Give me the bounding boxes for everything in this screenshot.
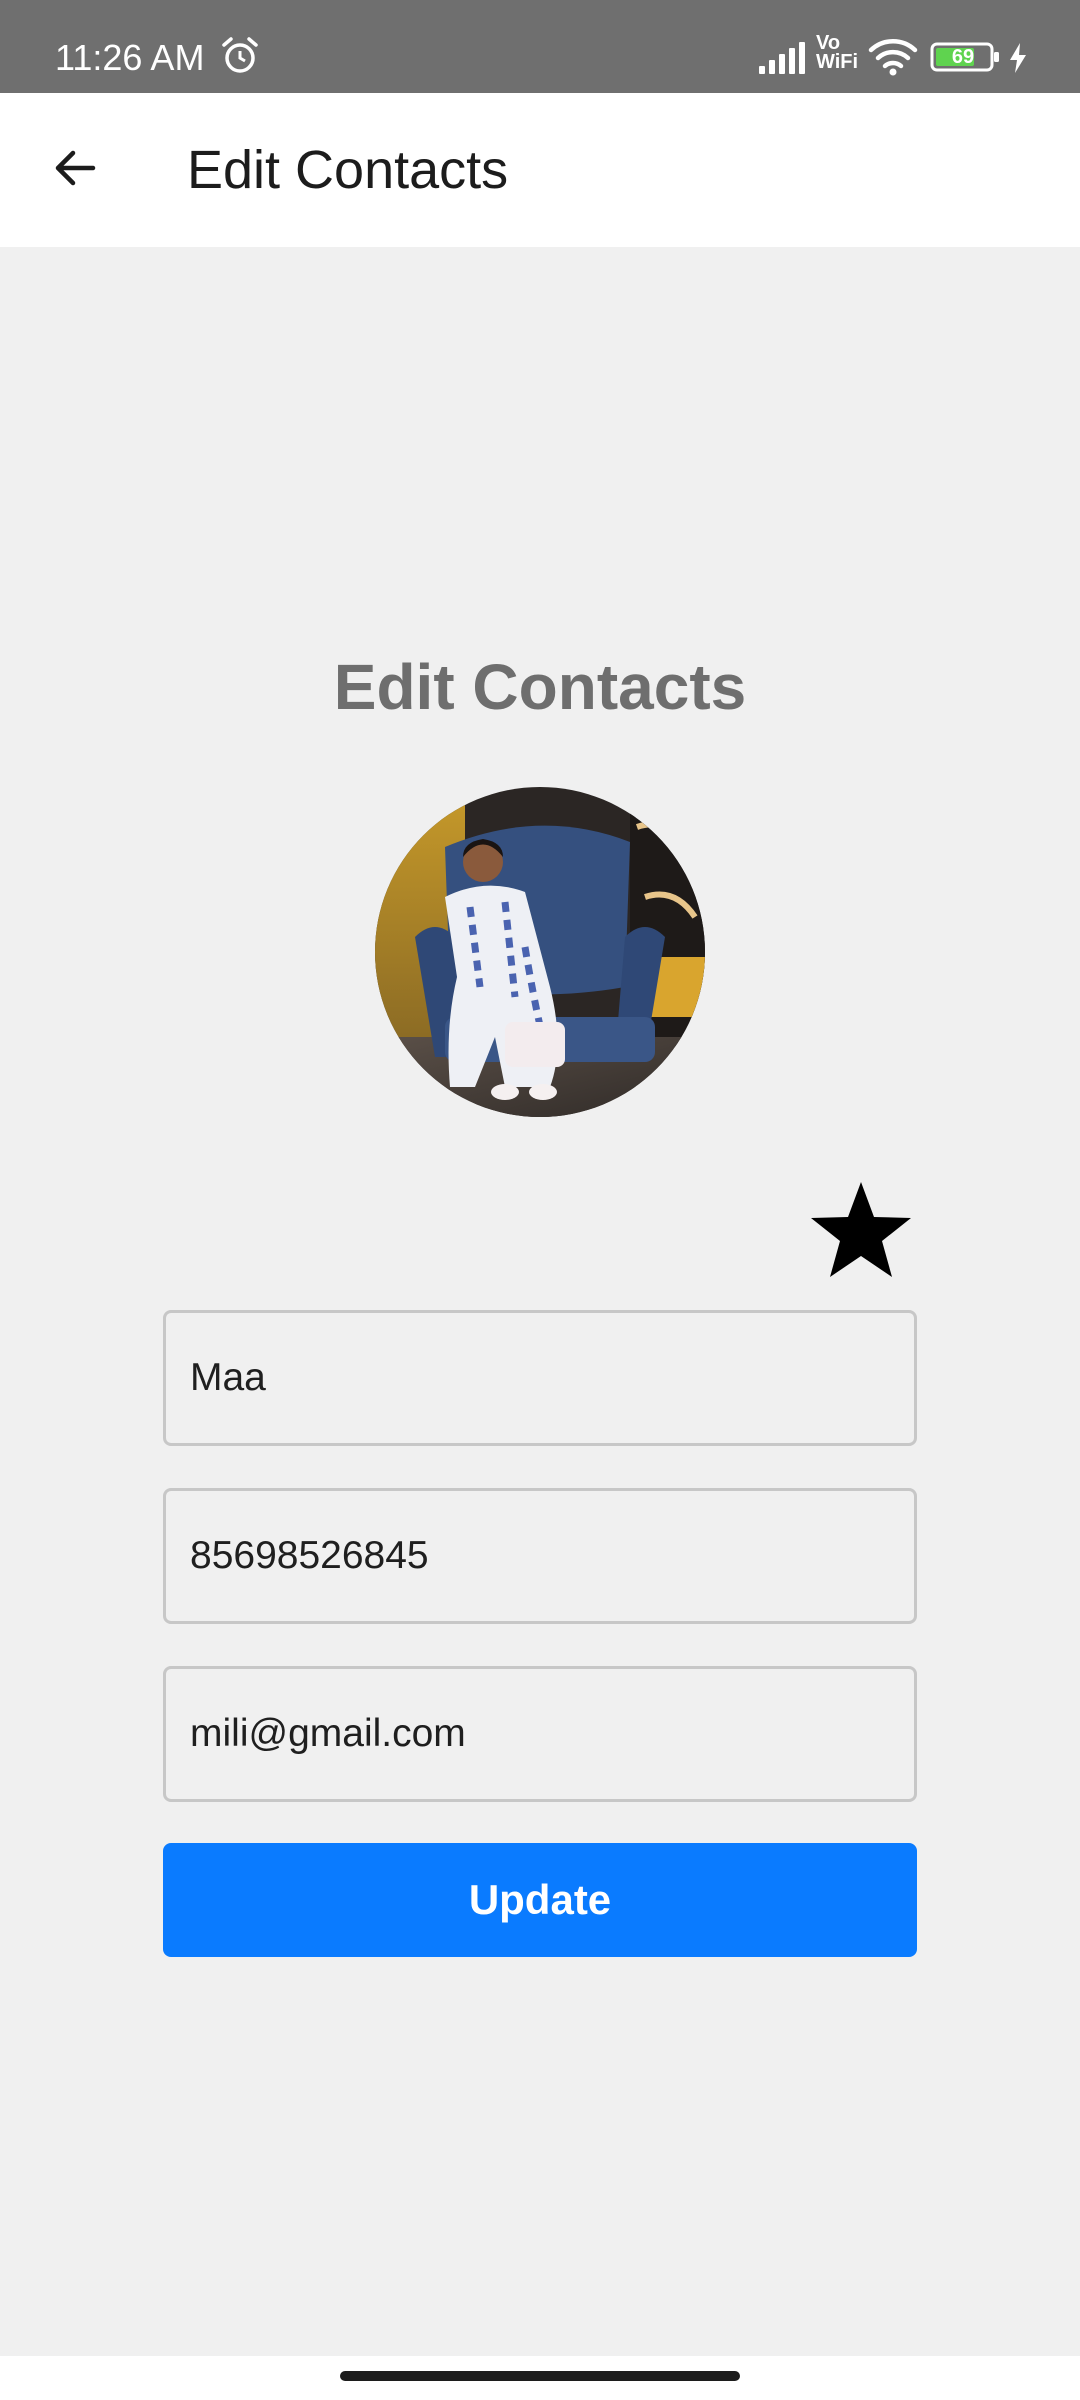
back-button[interactable] [30, 123, 120, 213]
favorite-button[interactable] [808, 1180, 914, 1280]
email-field[interactable] [163, 1666, 917, 1802]
star-icon [811, 1182, 911, 1277]
phone-input[interactable] [166, 1491, 914, 1621]
status-bar: 11:26 AM Vo WiFi 69 [0, 0, 1080, 93]
contact-avatar[interactable] [375, 787, 705, 1117]
signal-icon [759, 42, 805, 74]
home-indicator[interactable] [340, 2371, 740, 2381]
navigation-bar [0, 2356, 1080, 2400]
status-time: 11:26 AM [55, 37, 205, 78]
app-bar: Edit Contacts [0, 93, 1080, 247]
update-button[interactable]: Update [163, 1843, 917, 1957]
phone-field[interactable] [163, 1488, 917, 1624]
battery-level: 69 [951, 46, 975, 68]
alarm-clock-icon [222, 37, 258, 73]
email-input[interactable] [166, 1669, 914, 1799]
page-title: Edit Contacts [187, 140, 509, 200]
name-field[interactable] [163, 1310, 917, 1446]
name-input[interactable] [166, 1313, 914, 1443]
form-heading: Edit Contacts [333, 651, 747, 723]
vowifi-label: Vo WiFi [816, 32, 859, 73]
avatar-photo [375, 787, 705, 1117]
wifi-icon [868, 39, 918, 76]
arrow-left-icon [55, 150, 96, 186]
charging-icon [1010, 43, 1026, 73]
